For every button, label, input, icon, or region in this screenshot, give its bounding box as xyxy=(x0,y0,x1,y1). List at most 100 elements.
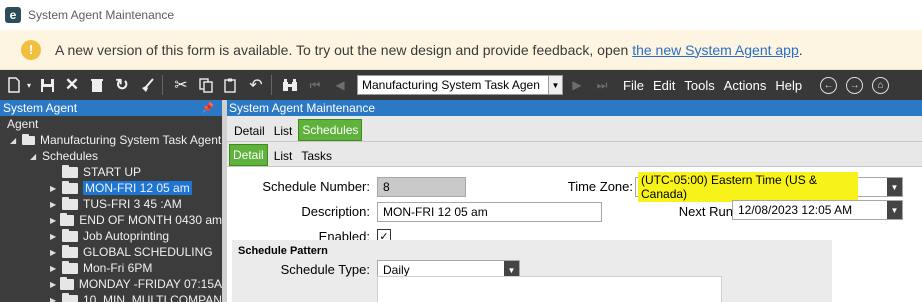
first-record-icon[interactable]: ⏮ xyxy=(304,74,326,96)
schedule-item-label-selected: MON-FRI 12 05 am xyxy=(83,181,192,195)
clear-icon[interactable] xyxy=(86,74,108,96)
panel-header: System Agent Maintenance xyxy=(227,100,922,116)
tree-schedules-node[interactable]: ◢ Schedules xyxy=(0,148,222,164)
schedule-item-label: 10_MIN_MULTI COMPAN xyxy=(83,293,222,302)
paste-icon[interactable] xyxy=(220,74,242,96)
expand-triangle-icon[interactable]: ▶ xyxy=(50,264,62,273)
menu-tools[interactable]: Tools xyxy=(684,78,714,93)
menu-file[interactable]: File xyxy=(623,78,644,93)
title-bar: e System Agent Maintenance xyxy=(0,0,922,30)
time-zone-select[interactable]: (UTC-05:00) Eastern Time (US & Canada) ▼ xyxy=(635,172,903,202)
last-record-icon[interactable]: ⏭ xyxy=(591,74,613,96)
toolbar: ▾ ✕ ↻ ✂ ↶ ⏮ ◀ Manufacturing System Task … xyxy=(0,70,922,100)
panel-title: System Agent xyxy=(3,101,78,115)
copy-icon[interactable] xyxy=(195,74,217,96)
banner-end: . xyxy=(798,41,803,58)
toolbar-divider xyxy=(162,75,163,95)
expand-triangle-icon[interactable]: ▶ xyxy=(50,200,62,209)
menu-help[interactable]: Help xyxy=(775,78,802,93)
expand-triangle-icon[interactable]: ▶ xyxy=(50,216,60,225)
tree-schedule-item[interactable]: START UP xyxy=(0,164,222,180)
time-zone-value: (UTC-05:00) Eastern Time (US & Canada) xyxy=(638,172,858,202)
back-arrow-icon[interactable]: ← xyxy=(820,76,838,94)
pattern-detail-box xyxy=(377,276,722,302)
refresh-icon[interactable]: ↻ xyxy=(111,74,133,96)
schedule-type-label: Schedule Type: xyxy=(280,262,370,277)
description-value: MON-FRI 12 05 am xyxy=(383,205,488,219)
next-record-icon[interactable]: ▶ xyxy=(566,74,588,96)
tree-root[interactable]: Agent xyxy=(0,116,222,132)
banner-text: A new version of this form is available.… xyxy=(55,41,633,58)
expand-triangle-icon[interactable]: ▶ xyxy=(50,280,60,289)
new-dropdown-icon[interactable]: ▾ xyxy=(25,74,33,96)
agent-label: Manufacturing System Task Agent xyxy=(40,133,222,147)
pin-icon[interactable]: 📌 xyxy=(202,103,214,114)
forward-arrow-icon[interactable]: → xyxy=(846,76,864,94)
save-icon[interactable] xyxy=(36,74,58,96)
menu-edit[interactable]: Edit xyxy=(653,78,675,93)
time-zone-label: Time Zone: xyxy=(567,179,633,194)
broom-icon[interactable] xyxy=(136,74,158,96)
tree-root-label: Agent xyxy=(7,117,39,131)
folder-icon xyxy=(60,212,75,226)
sub-tabs: Detail List Tasks xyxy=(227,142,922,167)
menu-actions[interactable]: Actions xyxy=(724,78,767,93)
menu-bar: File Edit Tools Actions Help xyxy=(623,78,811,93)
expand-triangle-icon[interactable]: ▶ xyxy=(50,248,62,257)
new-icon[interactable] xyxy=(3,74,25,96)
folder-icon xyxy=(60,276,74,290)
tab-schedules[interactable]: Schedules xyxy=(298,119,363,141)
subtab-tasks[interactable]: Tasks xyxy=(298,146,335,166)
next-run-label: Next Run xyxy=(678,204,733,219)
schedule-form: Schedule Number: 8 Description: MON-FRI … xyxy=(227,167,922,302)
previous-record-icon[interactable]: ◀ xyxy=(329,74,351,96)
tree-schedule-item[interactable]: ▶ MON-FRI 12 05 am xyxy=(0,180,222,196)
schedule-item-label: TUS-FRI 3 45 :AM xyxy=(83,197,182,211)
search-binoculars-icon[interactable] xyxy=(279,74,301,96)
calendar-dropdown-icon[interactable]: ▼ xyxy=(887,201,902,219)
collapse-triangle-icon[interactable]: ◢ xyxy=(30,152,42,161)
new-version-banner: ! A new version of this form is availabl… xyxy=(0,30,922,70)
panel-title: System Agent Maintenance xyxy=(229,101,376,115)
new-app-link[interactable]: the new System Agent app xyxy=(632,42,799,58)
folder-icon xyxy=(22,133,35,145)
tab-detail[interactable]: Detail xyxy=(231,121,268,141)
schedule-item-label: END OF MONTH 0430 am xyxy=(79,213,222,227)
subtab-detail[interactable]: Detail xyxy=(229,144,268,166)
tree-schedule-item[interactable]: ▶ Job Autoprinting xyxy=(0,228,222,244)
cut-icon[interactable]: ✂ xyxy=(170,74,192,96)
tree-schedule-item[interactable]: ▶ MONDAY -FRIDAY 07:15A xyxy=(0,276,222,292)
record-navigator-value: Manufacturing System Task Agen xyxy=(362,78,540,92)
tree-schedule-item[interactable]: ▶ TUS-FRI 3 45 :AM xyxy=(0,196,222,212)
subtab-list[interactable]: List xyxy=(271,146,296,166)
record-navigator-select[interactable]: Manufacturing System Task Agen ▼ xyxy=(357,75,563,95)
expand-triangle-icon[interactable]: ▶ xyxy=(50,232,62,241)
chevron-down-icon[interactable]: ▼ xyxy=(887,178,902,196)
collapse-triangle-icon[interactable]: ◢ xyxy=(10,136,22,145)
main-tabs: Detail List Schedules xyxy=(227,116,922,142)
tab-list[interactable]: List xyxy=(271,121,296,141)
expand-triangle-icon[interactable]: ▶ xyxy=(50,296,62,302)
chevron-down-icon[interactable]: ▼ xyxy=(548,76,562,94)
next-run-field[interactable]: 12/08/2023 12:05 AM ▼ xyxy=(732,200,903,220)
folder-icon xyxy=(62,228,78,242)
tree-schedule-item[interactable]: ▶ Mon-Fri 6PM xyxy=(0,260,222,276)
folder-icon xyxy=(62,244,78,258)
home-icon[interactable]: ⌂ xyxy=(872,76,890,94)
folder-icon xyxy=(62,196,78,210)
tree-agent-node[interactable]: ◢ Manufacturing System Task Agent xyxy=(0,132,222,148)
tree-schedule-item[interactable]: ▶ END OF MONTH 0430 am xyxy=(0,212,222,228)
delete-icon[interactable]: ✕ xyxy=(61,74,83,96)
expand-triangle-icon[interactable]: ▶ xyxy=(50,184,62,193)
app-logo-icon: e xyxy=(5,7,21,23)
next-run-value: 12/08/2023 12:05 AM xyxy=(738,203,853,217)
toolbar-divider xyxy=(271,75,272,95)
window-title: System Agent Maintenance xyxy=(28,8,175,22)
undo-icon[interactable]: ↶ xyxy=(245,74,267,96)
schedules-label: Schedules xyxy=(42,149,99,163)
tree-schedule-item[interactable]: ▶ 10_MIN_MULTI COMPAN xyxy=(0,292,222,302)
schedule-item-label: START UP xyxy=(83,165,142,179)
schedule-item-label: GLOBAL SCHEDULING xyxy=(83,245,213,259)
tree-schedule-item[interactable]: ▶ GLOBAL SCHEDULING xyxy=(0,244,222,260)
description-field[interactable]: MON-FRI 12 05 am xyxy=(377,202,602,222)
